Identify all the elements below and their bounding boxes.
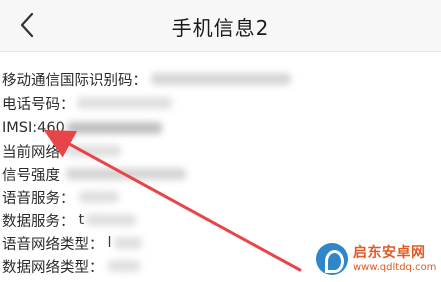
row-label: 数据服务： [2,213,75,230]
row-label: 电话号码： [2,96,75,113]
redacted-value [76,97,172,109]
app-header: 手机信息2 [0,0,441,52]
list-item-imsi: IMSI: 460 [2,117,162,139]
list-item-data-service: 数据服务： t [2,209,137,231]
watermark-logo-icon [316,243,348,275]
watermark: 启东安卓网 www.qdltdq.com [316,240,438,278]
row-label: IMSI: [2,120,38,136]
list-item-phone-number: 电话号码： [2,92,172,114]
row-label: 数据网络类型： [2,259,104,276]
redacted-value [66,168,186,180]
watermark-name: 启东安卓网 [353,244,426,261]
watermark-url: www.qdltdq.com [353,261,437,273]
row-label: 语音网络类型： [2,236,104,253]
list-item-signal-strength: 信号强度 [2,163,186,185]
redacted-value [86,214,137,226]
list-item-current-network: 当前网络 [2,140,121,162]
page-title: 手机信息2 [171,16,270,40]
list-item-voice-service: 语音服务： [2,186,119,208]
list-item-mobile-id: 移动通信国际识别码： [2,68,291,90]
redacted-value [66,122,162,134]
redacted-value [78,191,119,203]
redacted-value [66,145,121,157]
row-value: 460 [37,120,65,136]
row-value: l [107,235,112,251]
row-label: 信号强度 [2,167,60,184]
list-item-voice-network-type: 语音网络类型： l [2,232,142,254]
row-value: t [78,212,85,228]
redacted-value [107,260,140,272]
list-item-data-network-type: 数据网络类型： [2,255,140,277]
row-label: 当前网络 [2,144,60,161]
row-label: 语音服务： [2,190,75,207]
redacted-value [113,237,142,249]
row-label: 移动通信国际识别码： [2,72,147,89]
redacted-value [151,73,291,85]
